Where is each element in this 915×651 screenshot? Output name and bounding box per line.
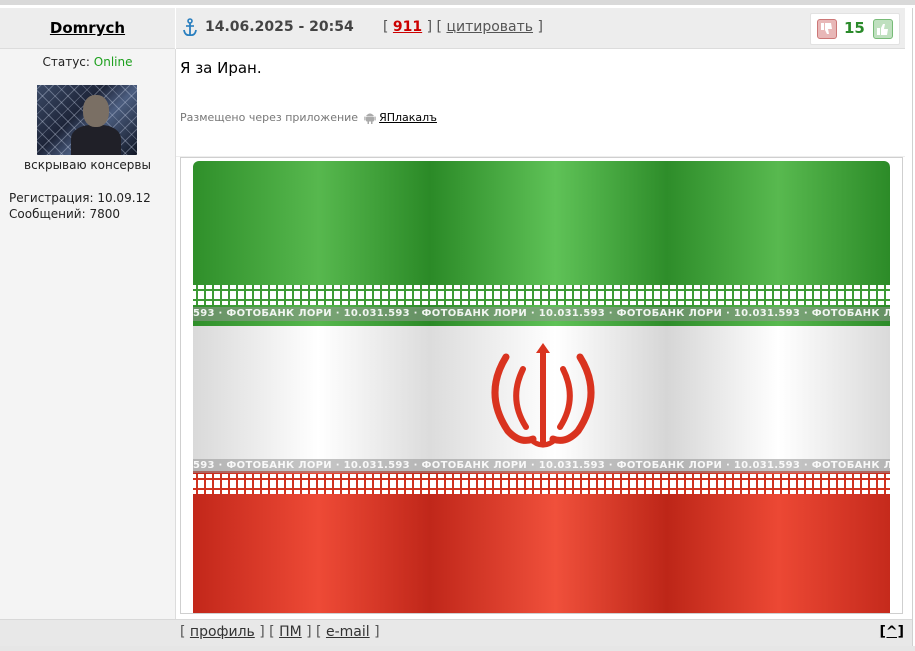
rate-up-button[interactable] (873, 19, 893, 39)
flag-emblem (491, 343, 595, 448)
post-message: Я за Иран. (180, 59, 262, 77)
thumb-up-icon (877, 24, 888, 35)
messages-label: Сообщений: (9, 207, 86, 221)
post-image[interactable]: 593 · ФОТОБАНК ЛОРИ · 10.031.593 · ФОТОБ… (180, 157, 903, 614)
post-datetime: 14.06.2025 - 20:54 (205, 19, 354, 35)
thumb-down-icon (821, 23, 832, 34)
image-watermark-bottom: 593 · ФОТОБАНК ЛОРИ · 10.031.593 · ФОТОБ… (193, 459, 890, 473)
post-actions: [ 911 ] [ цитировать ] (383, 19, 543, 35)
author-status: Статус: Online (0, 55, 175, 69)
quote-link[interactable]: цитировать (446, 19, 533, 35)
avatar-figure-body (71, 125, 121, 155)
posted-via-label: Размещено через приложение (180, 111, 359, 124)
image-watermark-top: 593 · ФОТОБАНК ЛОРИ · 10.031.593 · ФОТОБ… (193, 307, 890, 321)
bottom-divider (0, 646, 915, 651)
rating-value: 15 (844, 19, 865, 37)
rating-widget: 15 (810, 13, 900, 45)
registration-label: Регистрация: (9, 191, 94, 205)
flag-kufic-border-bottom (193, 474, 890, 494)
author-sidebar: Статус: Online вскрываю консервы Регистр… (0, 49, 176, 619)
post-content: Я за Иран. Размещено через приложение ЯП… (176, 49, 905, 619)
author-tagline: вскрываю консервы (24, 158, 151, 172)
status-label: Статус: (42, 55, 90, 69)
scroll-to-top-link[interactable]: [^] (879, 624, 904, 640)
messages-value: 7800 (89, 207, 121, 221)
messages-row: Сообщений: 7800 (9, 206, 151, 222)
rate-down-button[interactable] (817, 19, 837, 39)
author-header: Domrych (0, 8, 175, 49)
post-footer: [ профиль ] [ ПМ ] [ e-mail ] [^] (0, 619, 912, 646)
author-name-link[interactable]: Domrych (50, 19, 125, 37)
pm-link[interactable]: ПМ (279, 624, 302, 640)
avatar-figure-face (83, 95, 109, 127)
profile-link[interactable]: профиль (190, 624, 255, 640)
forum-post: Domrych 14.06.2025 - 20:54 [ 911 ] [ цит… (0, 8, 913, 646)
footer-links: [ профиль ] [ ПМ ] [ e-mail ] (180, 624, 380, 640)
registration-row: Регистрация: 10.09.12 (9, 190, 151, 206)
iran-flag-image: 593 · ФОТОБАНК ЛОРИ · 10.031.593 · ФОТОБ… (193, 161, 890, 613)
post-number-link[interactable]: 911 (393, 19, 422, 35)
status-value: Online (93, 55, 133, 69)
flag-kufic-border-top (193, 285, 890, 305)
registration-value: 10.09.12 (97, 191, 151, 205)
author-stats: Регистрация: 10.09.12 Сообщений: 7800 (9, 190, 151, 222)
email-link[interactable]: e-mail (326, 624, 370, 640)
app-link[interactable]: ЯПлакалъ (379, 111, 437, 124)
post-header: 14.06.2025 - 20:54 [ 911 ] [ цитировать … (176, 8, 905, 49)
avatar[interactable] (37, 85, 137, 155)
posted-via: Размещено через приложение ЯПлакалъ (180, 111, 437, 124)
anchor-icon[interactable] (182, 18, 198, 38)
android-icon (364, 113, 376, 124)
